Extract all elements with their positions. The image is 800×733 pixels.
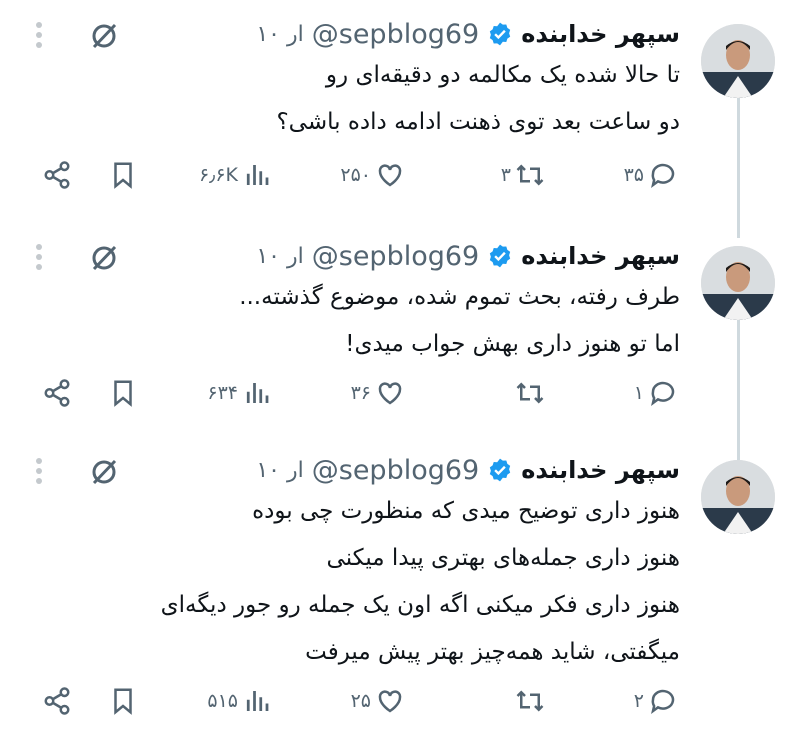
like-count: ۲۵۰ bbox=[340, 164, 371, 186]
reply-button[interactable]: ۱ bbox=[634, 378, 678, 408]
retweet-count: ۳ bbox=[500, 164, 511, 186]
view-count: ۵۱۵ bbox=[207, 690, 238, 712]
bookmark-button[interactable] bbox=[108, 378, 138, 408]
tweet-header: سپهر خدابنده @sepblog69 ۱۰ ار bbox=[256, 12, 680, 56]
views-icon bbox=[246, 691, 269, 711]
views-button[interactable]: ۵۱۵ bbox=[207, 686, 272, 716]
views-icon bbox=[246, 165, 269, 185]
author-handle[interactable]: @sepblog69 bbox=[312, 455, 479, 486]
timestamp[interactable]: ۱۰ ار bbox=[256, 244, 303, 269]
retweet-icon bbox=[516, 690, 544, 712]
share-icon bbox=[44, 687, 70, 715]
reply-button[interactable]: ۳۵ bbox=[624, 160, 678, 190]
reply-count: ۲ bbox=[633, 690, 644, 712]
action-bar: ۲ ۲۵ ۵۱۵ bbox=[0, 686, 800, 730]
reply-button[interactable]: ۲ bbox=[634, 686, 678, 716]
reply-icon bbox=[651, 381, 675, 406]
bookmark-icon bbox=[114, 688, 132, 715]
share-icon bbox=[44, 379, 70, 407]
author-name[interactable]: سپهر خدابنده bbox=[521, 242, 680, 270]
action-bar: ۱ ۳۶ ۶۳۴ bbox=[0, 378, 800, 422]
retweet-button[interactable] bbox=[511, 378, 545, 408]
views-icon bbox=[246, 383, 269, 403]
tweet-header: سپهر خدابنده @sepblog69 ۱۰ ار bbox=[256, 234, 680, 278]
author-name[interactable]: سپهر خدابنده bbox=[521, 456, 680, 484]
like-button[interactable]: ۳۶ bbox=[351, 378, 405, 408]
tweet-text: تا حالا شده یک مکالمه دو دقیقه‌ای رو دو … bbox=[276, 62, 680, 135]
author-handle[interactable]: @sepblog69 bbox=[312, 19, 479, 50]
share-button[interactable] bbox=[42, 160, 72, 190]
view-count: ۶۳۴ bbox=[207, 382, 238, 404]
retweet-icon bbox=[516, 382, 544, 404]
reply-count: ۱ bbox=[633, 382, 644, 404]
retweet-icon bbox=[516, 164, 544, 186]
author-handle[interactable]: @sepblog69 bbox=[312, 241, 479, 272]
retweet-button[interactable] bbox=[511, 686, 545, 716]
bookmark-button[interactable] bbox=[108, 686, 138, 716]
author-name[interactable]: سپهر خدابنده bbox=[521, 20, 680, 48]
share-icon bbox=[44, 161, 70, 189]
grok-icon[interactable] bbox=[88, 20, 120, 52]
like-button[interactable]: ۲۵۰ bbox=[340, 160, 405, 190]
like-icon bbox=[378, 164, 402, 187]
avatar[interactable] bbox=[701, 24, 775, 98]
action-bar: ۳۵ ۳ ۲۵۰ ۶٫۶K bbox=[0, 160, 800, 204]
verified-badge-icon bbox=[490, 244, 511, 268]
more-options-icon[interactable] bbox=[34, 244, 44, 274]
grok-icon[interactable] bbox=[88, 242, 120, 274]
avatar-image bbox=[701, 246, 775, 320]
timestamp[interactable]: ۱۰ ار bbox=[256, 458, 303, 483]
retweet-button[interactable]: ۳ bbox=[501, 160, 545, 190]
share-button[interactable] bbox=[42, 378, 72, 408]
reply-count: ۳۵ bbox=[623, 164, 644, 186]
more-options-icon[interactable] bbox=[34, 22, 44, 52]
like-icon bbox=[378, 382, 402, 405]
reply-icon bbox=[651, 689, 675, 714]
view-count: ۶٫۶K bbox=[198, 164, 238, 186]
like-icon bbox=[378, 690, 402, 713]
tweet-text: هنوز داری توضیح میدی که منظورت چی بوده ه… bbox=[160, 498, 680, 665]
verified-badge-icon bbox=[490, 22, 511, 46]
views-button[interactable]: ۶٫۶K bbox=[199, 160, 272, 190]
bookmark-icon bbox=[114, 162, 132, 189]
avatar-image bbox=[701, 24, 775, 98]
like-count: ۲۵ bbox=[350, 690, 371, 712]
avatar[interactable] bbox=[701, 460, 775, 534]
more-options-icon[interactable] bbox=[34, 458, 44, 488]
grok-icon[interactable] bbox=[88, 456, 120, 488]
like-count: ۳۶ bbox=[350, 382, 371, 404]
avatar[interactable] bbox=[701, 246, 775, 320]
views-button[interactable]: ۶۳۴ bbox=[207, 378, 272, 408]
tweet-text: طرف رفته، بحث تموم شده، موضوع گذشته... ا… bbox=[239, 284, 680, 357]
avatar-image bbox=[701, 460, 775, 534]
share-button[interactable] bbox=[42, 686, 72, 716]
bookmark-icon bbox=[114, 380, 132, 407]
bookmark-button[interactable] bbox=[108, 160, 138, 190]
verified-badge-icon bbox=[490, 458, 511, 482]
timestamp[interactable]: ۱۰ ار bbox=[256, 22, 303, 47]
like-button[interactable]: ۲۵ bbox=[351, 686, 405, 716]
tweet-header: سپهر خدابنده @sepblog69 ۱۰ ار bbox=[256, 448, 680, 492]
reply-icon bbox=[651, 163, 675, 188]
